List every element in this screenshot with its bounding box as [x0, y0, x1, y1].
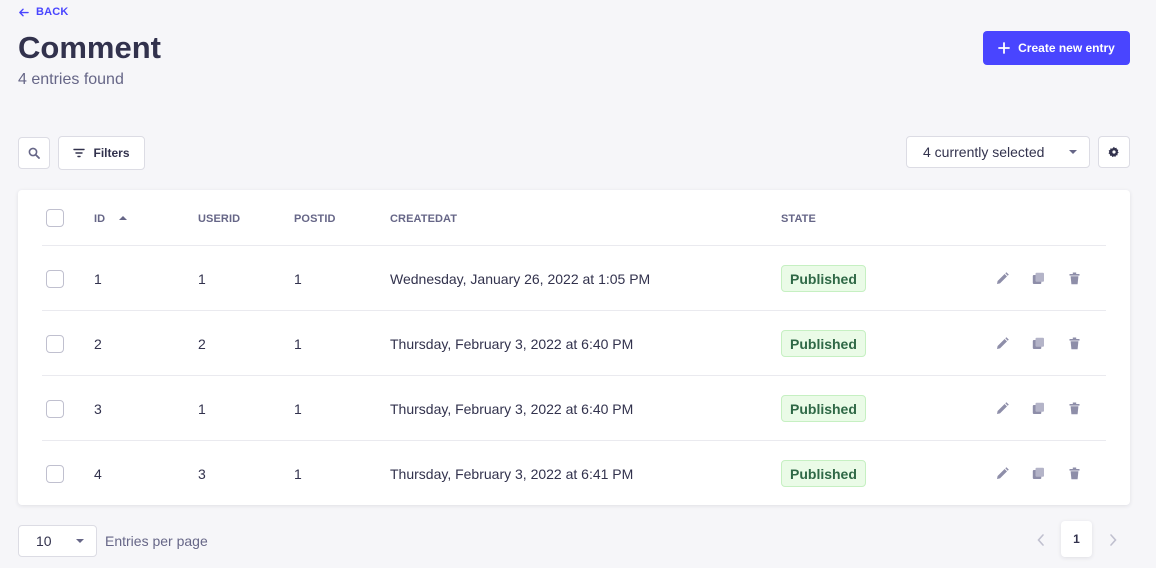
trash-icon [1069, 467, 1079, 479]
delete-button[interactable] [1067, 271, 1081, 285]
sort-up-icon [119, 216, 128, 220]
cell-userid: 1 [198, 271, 206, 287]
row-checkbox[interactable] [46, 400, 64, 418]
entries-count: 4 entries found [18, 71, 124, 88]
columns-select-value: 4 currently selected [923, 144, 1045, 160]
settings-button[interactable] [1098, 136, 1130, 168]
cell-id: 4 [94, 466, 102, 482]
cell-id: 1 [94, 271, 102, 287]
delete-button[interactable] [1067, 336, 1081, 350]
duplicate-icon [1032, 467, 1044, 479]
page-title: Comment [18, 30, 161, 65]
delete-button[interactable] [1067, 466, 1081, 480]
cell-createdat: Thursday, February 3, 2022 at 6:40 PM [390, 336, 634, 352]
column-header-postid[interactable]: POSTID [294, 213, 336, 225]
edit-button[interactable] [995, 271, 1009, 285]
status-badge: Published [781, 460, 866, 487]
create-new-entry-label: Create new entry [1018, 41, 1115, 55]
cell-postid: 1 [294, 401, 302, 417]
search-icon [28, 147, 40, 159]
chevron-down-icon [1069, 150, 1077, 154]
row-checkbox[interactable] [46, 270, 64, 288]
chevron-down-icon [76, 539, 84, 543]
cell-userid: 1 [198, 401, 206, 417]
duplicate-icon [1032, 402, 1044, 414]
entries-per-page-value: 10 [36, 533, 52, 549]
filters-label: Filters [93, 146, 130, 160]
duplicate-button[interactable] [1031, 336, 1045, 350]
column-header-id-label: ID [94, 213, 106, 225]
edit-button[interactable] [995, 336, 1009, 350]
back-label: BACK [36, 6, 69, 18]
duplicate-icon [1032, 337, 1044, 349]
select-all-checkbox[interactable] [46, 209, 64, 227]
cell-postid: 1 [294, 466, 302, 482]
cell-id: 3 [94, 401, 102, 417]
pencil-icon [996, 466, 1009, 479]
row-checkbox[interactable] [46, 335, 64, 353]
cell-createdat: Thursday, February 3, 2022 at 6:41 PM [390, 466, 634, 482]
pencil-icon [996, 271, 1009, 284]
status-badge: Published [781, 395, 866, 422]
chevron-left-icon[interactable] [1036, 533, 1046, 547]
create-new-entry-button[interactable]: Create new entry [983, 31, 1130, 65]
search-button[interactable] [18, 137, 50, 169]
cell-postid: 1 [294, 271, 302, 287]
divider [42, 245, 1106, 246]
entries-per-page-label: Entries per page [105, 533, 208, 549]
status-badge: Published [781, 330, 866, 357]
back-link[interactable]: BACK [18, 6, 69, 18]
status-badge: Published [781, 265, 866, 292]
entries-per-page-select[interactable]: 10 [18, 525, 97, 557]
column-header-userid[interactable]: USERID [198, 213, 240, 225]
column-header-createdat[interactable]: CREATEDAT [390, 213, 457, 225]
row-checkbox[interactable] [46, 465, 64, 483]
cell-postid: 1 [294, 336, 302, 352]
cell-userid: 2 [198, 336, 206, 352]
filters-button[interactable]: Filters [58, 136, 145, 170]
filter-icon [73, 148, 86, 158]
cell-id: 2 [94, 336, 102, 352]
cell-userid: 3 [198, 466, 206, 482]
edit-button[interactable] [995, 401, 1009, 415]
chevron-right-icon[interactable] [1108, 533, 1118, 547]
duplicate-button[interactable] [1031, 466, 1045, 480]
duplicate-button[interactable] [1031, 401, 1045, 415]
column-header-state[interactable]: STATE [781, 213, 816, 225]
edit-button[interactable] [995, 466, 1009, 480]
trash-icon [1069, 272, 1079, 284]
cell-createdat: Wednesday, January 26, 2022 at 1:05 PM [390, 271, 651, 287]
divider [42, 440, 1106, 441]
columns-select[interactable]: 4 currently selected [906, 136, 1090, 168]
pagination-page[interactable]: 1 [1061, 521, 1092, 557]
divider [42, 310, 1106, 311]
gear-icon [1108, 146, 1119, 158]
delete-button[interactable] [1067, 401, 1081, 415]
divider [42, 375, 1106, 376]
column-header-id[interactable]: ID [94, 213, 128, 225]
pencil-icon [996, 401, 1009, 414]
duplicate-icon [1032, 272, 1044, 284]
plus-icon [998, 42, 1011, 54]
trash-icon [1069, 402, 1079, 414]
arrow-left-icon [19, 8, 29, 16]
pencil-icon [996, 336, 1009, 349]
duplicate-button[interactable] [1031, 271, 1045, 285]
trash-icon [1069, 337, 1079, 349]
cell-createdat: Thursday, February 3, 2022 at 6:40 PM [390, 401, 634, 417]
